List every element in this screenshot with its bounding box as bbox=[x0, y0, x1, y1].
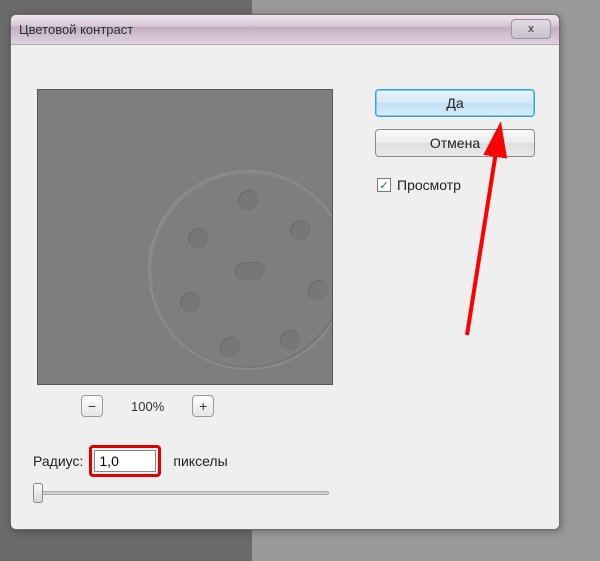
right-panel: Да Отмена ✓ Просмотр bbox=[375, 89, 535, 193]
cancel-button[interactable]: Отмена bbox=[375, 129, 535, 157]
preview-canvas bbox=[38, 90, 332, 384]
radius-label: Радиус: bbox=[33, 453, 83, 469]
radius-slider-track[interactable] bbox=[33, 491, 329, 495]
preview-checkbox-row: ✓ Просмотр bbox=[377, 177, 535, 193]
radius-unit: пикселы bbox=[173, 453, 227, 469]
plus-icon: + bbox=[199, 398, 207, 414]
preview-image[interactable] bbox=[37, 89, 333, 385]
radius-highlight bbox=[89, 445, 161, 477]
radius-slider-thumb[interactable] bbox=[33, 483, 43, 503]
high-pass-dialog: Цветовой контраст x − bbox=[10, 14, 560, 530]
preview-shape bbox=[280, 330, 302, 352]
dialog-title: Цветовой контраст bbox=[19, 22, 133, 37]
cancel-button-label: Отмена bbox=[430, 135, 480, 151]
preview-shape bbox=[188, 228, 210, 250]
zoom-level: 100% bbox=[131, 399, 164, 414]
preview-shape bbox=[220, 337, 242, 359]
ok-button[interactable]: Да bbox=[375, 89, 535, 117]
zoom-controls: − 100% + bbox=[81, 395, 214, 417]
radius-input[interactable] bbox=[94, 450, 156, 472]
close-icon: x bbox=[528, 23, 534, 35]
dialog-content: − 100% + Радиус: пикселы Да Отмена bbox=[11, 45, 559, 529]
preview-shape bbox=[308, 280, 330, 302]
radius-row: Радиус: пикселы bbox=[33, 445, 228, 477]
checkmark-icon: ✓ bbox=[379, 179, 388, 192]
preview-shape bbox=[238, 190, 260, 212]
zoom-out-button[interactable]: − bbox=[81, 395, 103, 417]
zoom-in-button[interactable]: + bbox=[192, 395, 214, 417]
minus-icon: − bbox=[88, 398, 96, 414]
preview-shape bbox=[148, 170, 333, 370]
preview-checkbox-label: Просмотр bbox=[397, 177, 461, 193]
preview-shape bbox=[290, 220, 312, 242]
preview-checkbox[interactable]: ✓ bbox=[377, 178, 391, 192]
ok-button-label: Да bbox=[446, 95, 463, 111]
preview-shape bbox=[180, 292, 202, 314]
preview-shape bbox=[235, 262, 267, 282]
close-button[interactable]: x bbox=[511, 19, 551, 39]
titlebar[interactable]: Цветовой контраст x bbox=[11, 15, 559, 45]
